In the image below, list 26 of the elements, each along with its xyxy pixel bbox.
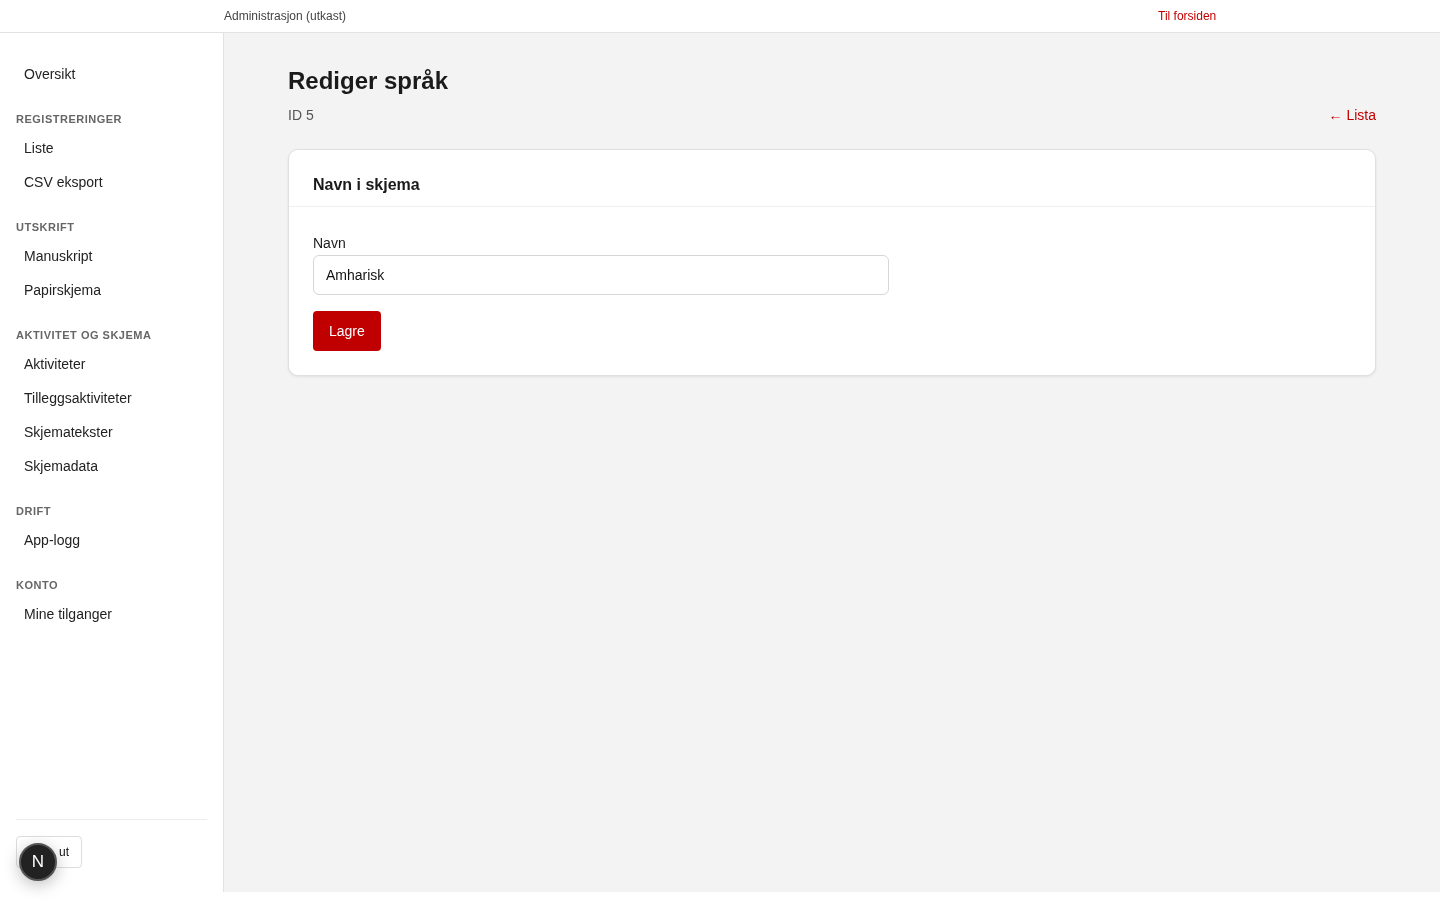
sidebar-item[interactable]: Aktiviteter [16, 347, 207, 381]
page-subtitle: ID 5 [288, 107, 315, 123]
name-input[interactable]: Amharisk [313, 255, 889, 295]
sidebar-item[interactable]: Skjemadata [16, 449, 207, 483]
section-heading: KONTO [16, 578, 60, 593]
field-label: Navn [313, 235, 346, 251]
card-title: Navn i skjema [289, 150, 1375, 207]
section-heading: REGISTRERINGER [16, 112, 123, 127]
app-title: Administrasjon (utkast) [224, 9, 347, 23]
sidebar-item[interactable]: Manuskript [16, 239, 207, 273]
sidebar-item[interactable]: App-logg [16, 523, 207, 557]
page-title: Rediger språk [288, 67, 449, 95]
section-heading: UTSKRIFT [16, 220, 76, 235]
back-link[interactable]: ← Lista [1328, 107, 1376, 123]
sidebar-item[interactable]: Liste [16, 131, 207, 165]
sidebar-item[interactable]: Tilleggsaktiviteter [16, 381, 207, 415]
sidebar-item[interactable]: Oversikt [16, 57, 207, 91]
dev-badge[interactable]: N [19, 843, 57, 881]
home-link[interactable]: Til forsiden [1158, 9, 1217, 23]
section-heading: DRIFT [16, 504, 52, 519]
sidebar-item[interactable]: Skjematekster [16, 415, 207, 449]
section-heading: AKTIVITET OG SKJEMA [16, 328, 153, 343]
sidebar-item[interactable]: Papirskjema [16, 273, 207, 307]
sidebar-item[interactable]: CSV eksport [16, 165, 207, 199]
save-button[interactable]: Lagre [313, 311, 381, 351]
sidebar-item[interactable]: Mine tilganger [16, 597, 207, 631]
